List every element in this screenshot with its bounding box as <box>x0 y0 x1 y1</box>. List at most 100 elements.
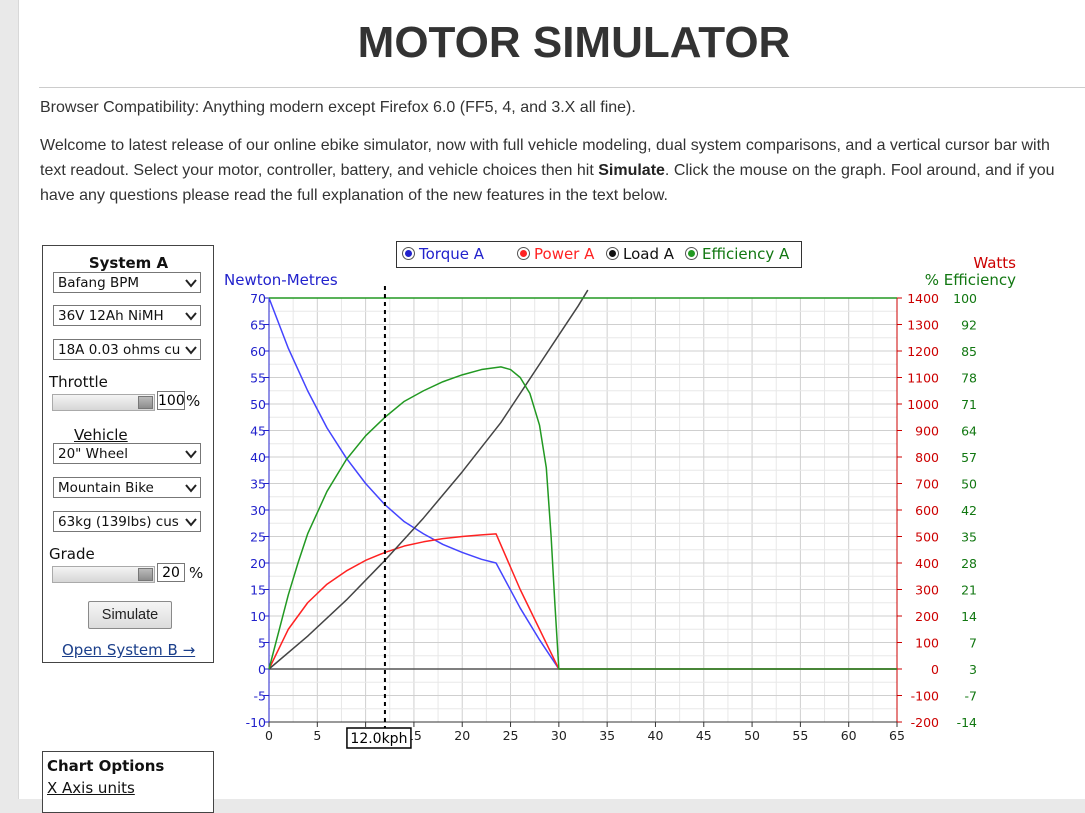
y-tick-label-efficiency: 7 <box>969 636 977 651</box>
rider-weight-select[interactable]: 63kg (139lbs) cus <box>53 511 201 532</box>
y-tick-label-left: 0 <box>258 662 266 677</box>
welcome-paragraph: Welcome to latest release of our online … <box>40 133 1080 208</box>
y-tick-label-watts: 700 <box>915 477 939 492</box>
grade-label: Grade <box>49 545 95 563</box>
x-tick-label: 0 <box>265 728 273 743</box>
throttle-input[interactable]: 100 <box>157 391 185 410</box>
y-tick-label-efficiency: 28 <box>961 556 977 571</box>
grade-slider-thumb[interactable] <box>138 568 153 581</box>
y-tick-label-watts: 0 <box>931 662 939 677</box>
wheel-select-value: 20" Wheel <box>58 446 128 462</box>
y-tick-label-efficiency: 35 <box>961 530 977 545</box>
x-tick-label: 5 <box>313 728 321 743</box>
y-tick-label-left: 40 <box>250 450 266 465</box>
y-tick-label-efficiency: 42 <box>961 503 977 518</box>
motor-select[interactable]: Bafang BPM <box>53 272 201 293</box>
cursor-bar[interactable]: 12.0kph <box>346 286 412 750</box>
y-tick-label-efficiency: 71 <box>961 397 977 412</box>
bike-type-select[interactable]: Mountain Bike <box>53 477 201 498</box>
system-a-panel: System A Bafang BPM 36V 12Ah NiMH 18A 0.… <box>42 245 214 663</box>
y-tick-label-efficiency: 21 <box>961 583 977 598</box>
x-tick-label: 60 <box>841 728 857 743</box>
y-tick-label-watts: 300 <box>915 583 939 598</box>
y-tick-label-efficiency: 64 <box>961 424 977 439</box>
x-tick-label: 65 <box>889 728 905 743</box>
y-tick-label-watts: 1100 <box>907 371 939 386</box>
chart-grid <box>268 297 898 723</box>
y-tick-label-left: 60 <box>250 344 266 359</box>
y-tick-label-watts: 1300 <box>907 318 939 333</box>
page-body: MOTOR SIMULATOR Browser Compatibility: A… <box>18 0 1085 813</box>
y-tick-label-left: 10 <box>250 609 266 624</box>
y-tick-label-watts: -200 <box>911 715 939 730</box>
y-tick-label-efficiency: 3 <box>969 662 977 677</box>
y-tick-label-watts: 200 <box>915 609 939 624</box>
x-tick-label: 30 <box>551 728 567 743</box>
y-tick-label-watts: 1400 <box>907 291 939 306</box>
y-tick-label-efficiency: -14 <box>957 715 977 730</box>
y-tick-label-left: -10 <box>246 715 266 730</box>
y-tick-label-left: 15 <box>250 583 266 598</box>
wheel-select[interactable]: 20" Wheel <box>53 443 201 464</box>
x-tick-label: 20 <box>454 728 470 743</box>
grade-slider[interactable] <box>52 566 155 583</box>
y-tick-label-efficiency: 100 <box>953 291 977 306</box>
page-title: MOTOR SIMULATOR <box>357 18 791 67</box>
motor-select-value: Bafang BPM <box>58 275 140 291</box>
chart-options-title: Chart Options <box>47 757 165 775</box>
rider-weight-select-value: 63kg (139lbs) cus <box>58 514 179 530</box>
simulate-button[interactable]: Simulate <box>88 601 172 629</box>
battery-select[interactable]: 36V 12Ah NiMH <box>53 305 201 326</box>
y-tick-label-watts: 100 <box>915 636 939 651</box>
y-tick-label-watts: -100 <box>911 689 939 704</box>
x-tick-label: 25 <box>503 728 519 743</box>
y-tick-label-watts: 1200 <box>907 344 939 359</box>
y-tick-label-efficiency: -7 <box>965 689 977 704</box>
right-axis-title-watts: Watts <box>973 254 1016 272</box>
x-axis-units-link[interactable]: X Axis units <box>47 779 135 797</box>
battery-select-value: 36V 12Ah NiMH <box>58 308 164 324</box>
y-tick-label-left: 65 <box>250 318 266 333</box>
controller-select[interactable]: 18A 0.03 ohms cu <box>53 339 201 360</box>
y-tick-label-efficiency: 78 <box>961 371 977 386</box>
throttle-slider-thumb[interactable] <box>138 396 153 409</box>
y-tick-label-watts: 400 <box>915 556 939 571</box>
y-tick-label-left: 50 <box>250 397 266 412</box>
left-axis-title: Newton-Metres <box>224 271 338 289</box>
simulation-chart[interactable]: 05101520253035404550556065-10-5051015202… <box>194 250 1074 775</box>
system-a-title: System A <box>88 254 169 272</box>
welcome-simulate-bold: Simulate <box>598 162 665 179</box>
header-divider <box>39 87 1085 88</box>
grade-input[interactable]: 20 <box>157 563 185 582</box>
y-tick-label-watts: 900 <box>915 424 939 439</box>
browser-compat-note: Browser Compatibility: Anything modern e… <box>40 99 636 116</box>
x-tick-label: 40 <box>648 728 664 743</box>
x-tick-label: 45 <box>696 728 712 743</box>
x-tick-label: 35 <box>599 728 615 743</box>
y-tick-label-left: 20 <box>250 556 266 571</box>
y-tick-label-left: 35 <box>250 477 266 492</box>
y-tick-label-efficiency: 85 <box>961 344 977 359</box>
y-tick-label-watts: 1000 <box>907 397 939 412</box>
open-system-b-link[interactable]: Open System B → <box>62 641 195 659</box>
y-tick-label-left: 70 <box>250 291 266 306</box>
throttle-label: Throttle <box>49 373 108 391</box>
y-tick-label-efficiency: 14 <box>961 609 977 624</box>
y-tick-label-left: 30 <box>250 503 266 518</box>
bike-type-select-value: Mountain Bike <box>58 480 154 496</box>
throttle-slider[interactable] <box>52 394 155 411</box>
y-tick-label-left: 5 <box>258 636 266 651</box>
chart-options-panel: Chart Options X Axis units <box>42 751 214 813</box>
y-tick-label-watts: 500 <box>915 530 939 545</box>
y-tick-label-left: 55 <box>250 371 266 386</box>
y-tick-label-left: 45 <box>250 424 266 439</box>
y-tick-label-efficiency: 92 <box>961 318 977 333</box>
y-tick-label-efficiency: 57 <box>961 450 977 465</box>
y-tick-label-efficiency: 50 <box>961 477 977 492</box>
y-tick-label-left: -5 <box>254 689 266 704</box>
right-axis-title-efficiency: % Efficiency <box>925 271 1016 289</box>
cursor-readout-text: 12.0kph <box>350 731 407 747</box>
controller-select-value: 18A 0.03 ohms cu <box>58 342 181 358</box>
y-tick-label-left: 25 <box>250 530 266 545</box>
y-tick-label-watts: 600 <box>915 503 939 518</box>
